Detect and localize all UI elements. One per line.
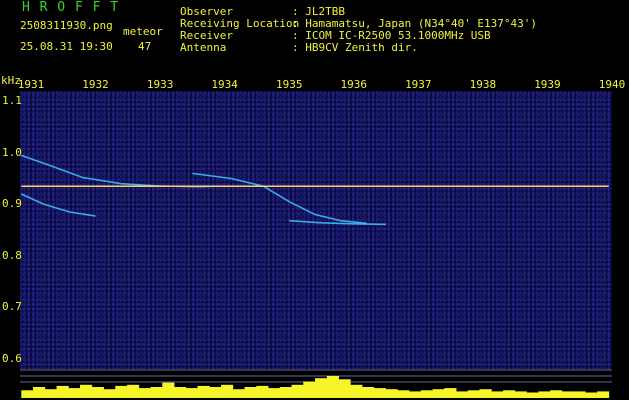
y-tick-label: 0.6: [2, 351, 22, 365]
power-bar: [33, 387, 46, 398]
x-tick-label: 1934: [211, 78, 238, 91]
power-bar: [479, 389, 492, 398]
y-tick-label: 0.7: [2, 300, 22, 314]
power-bar: [385, 389, 398, 398]
power-bar: [362, 387, 375, 398]
power-bar: [185, 388, 198, 398]
power-bar: [21, 390, 34, 398]
x-tick-label: 1938: [469, 78, 497, 91]
power-bar: [209, 387, 222, 398]
power-bar: [526, 392, 539, 398]
power-bar: [244, 387, 257, 398]
x-tick-label: 1940: [598, 78, 626, 91]
power-bar: [350, 384, 363, 398]
meteor-trace: [21, 154, 154, 187]
power-bar: [514, 391, 527, 398]
power-bar: [279, 387, 292, 398]
power-bar: [268, 388, 281, 398]
power-bar: [115, 385, 128, 398]
power-bar: [221, 384, 234, 398]
meteor-trace: [289, 219, 387, 226]
power-bar: [444, 388, 457, 398]
power-bar: [44, 389, 57, 398]
hrofft-window: H R O F F T 2508311930.png meteor 25.08.…: [0, 0, 629, 400]
power-bar: [326, 376, 339, 398]
power-bar: [150, 387, 163, 398]
x-tick-label: 1935: [275, 78, 303, 91]
y-tick-label: 1.0: [2, 145, 22, 159]
x-tick-label: 1937: [405, 78, 432, 91]
x-tick-label: 1936: [340, 78, 368, 91]
x-tick-label: 1939: [534, 78, 561, 91]
power-bar: [456, 391, 469, 398]
power-bar: [232, 389, 245, 398]
power-bar: [420, 390, 433, 398]
power-bar: [174, 387, 187, 398]
power-bar: [491, 391, 504, 398]
y-tick-label: 0.8: [2, 248, 22, 262]
power-bar: [303, 381, 316, 398]
power-bar: [162, 382, 175, 398]
power-bar: [68, 388, 81, 398]
spectrogram-overlay: [20, 154, 612, 398]
power-bar: [397, 390, 410, 398]
y-tick-label: 1.1: [2, 94, 22, 108]
power-bar: [256, 385, 269, 398]
power-bar: [561, 391, 574, 398]
x-tick-label: 1932: [82, 78, 109, 91]
meteor-trace: [192, 172, 367, 225]
power-bar: [550, 390, 563, 398]
power-bar: [56, 385, 69, 398]
power-bar: [432, 389, 445, 398]
power-bar: [409, 391, 422, 398]
power-bar: [573, 391, 586, 398]
power-bar: [127, 384, 140, 398]
power-bar: [197, 385, 210, 398]
power-bar: [138, 388, 151, 398]
x-tick-label: 1933: [146, 78, 174, 91]
power-bar: [80, 384, 93, 398]
meteor-trace: [20, 193, 96, 217]
power-bar: [291, 384, 304, 398]
power-bar: [315, 378, 328, 398]
power-bar: [538, 391, 551, 398]
power-bar: [597, 391, 610, 398]
power-bar: [373, 388, 386, 398]
power-bar: [338, 379, 351, 398]
x-tick-label: 1931: [17, 78, 45, 91]
power-bar: [585, 392, 598, 398]
power-bar: [503, 390, 516, 398]
power-bar: [103, 389, 116, 398]
power-bar: [91, 387, 104, 398]
y-tick-label: 0.9: [2, 197, 22, 211]
power-bar: [467, 390, 480, 398]
